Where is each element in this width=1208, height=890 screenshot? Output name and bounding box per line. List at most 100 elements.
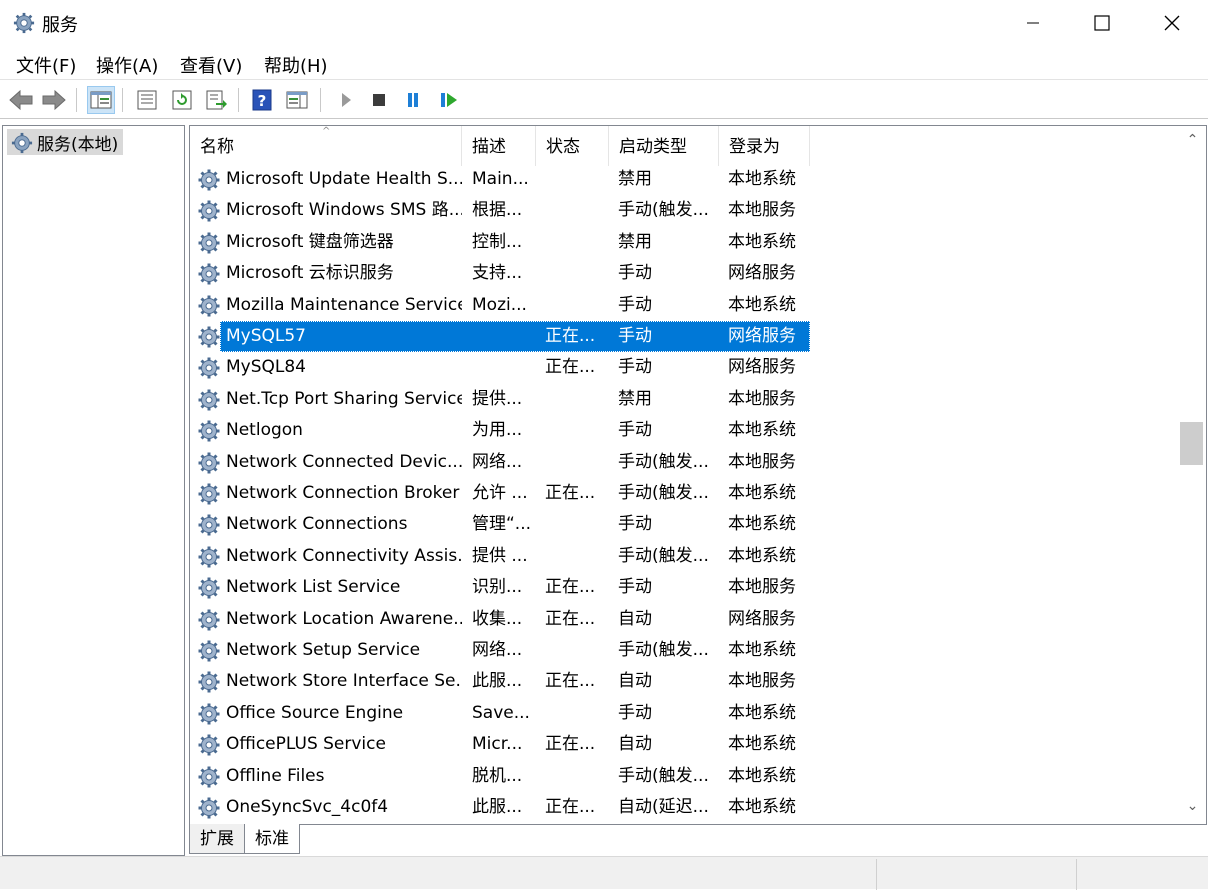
service-startup-type: 禁用 [618, 169, 652, 189]
table-row[interactable]: Network Connected Devic... 网络... 手动(触发... 本… [190, 447, 1190, 478]
scroll-up-icon[interactable]: ⌃ [1178, 132, 1206, 152]
menu-action[interactable]: 操作(A) [96, 52, 158, 78]
column-header-status[interactable]: 状态 [536, 126, 609, 166]
tab-standard[interactable]: 标准 [244, 824, 300, 854]
service-log-on-as: 本地系统 [728, 703, 796, 723]
help-button[interactable]: ? [248, 86, 276, 114]
table-row[interactable]: Microsoft 键盘筛选器 控制... 禁用 本地系统 [190, 227, 1190, 258]
service-log-on-as: 本地服务 [728, 389, 796, 409]
table-row[interactable]: Microsoft Windows SMS 路... 根据... 手动(触发... 本… [190, 195, 1190, 226]
service-gear-icon [198, 703, 220, 725]
forward-button[interactable] [40, 86, 68, 114]
table-row[interactable]: Network List Service 识别... 正在... 手动 本地服务 [190, 572, 1190, 603]
window-title: 服务 [42, 15, 78, 36]
stop-service-button[interactable] [365, 86, 393, 114]
close-button[interactable] [1137, 0, 1207, 46]
table-row[interactable]: Network Connections 管理“... 手动 本地系统 [190, 509, 1190, 540]
console-tree: 服务(本地) [2, 125, 185, 856]
table-row[interactable]: OneSyncSvc_4c0f4 此服... 正在... 自动(延迟... 本地系统 [190, 792, 1190, 823]
service-gear-icon [198, 452, 220, 474]
column-header-log-on-as[interactable]: 登录为 [719, 126, 810, 166]
table-row[interactable]: Microsoft Update Health S... Main... 禁用 本地系… [190, 164, 1190, 195]
service-startup-type: 手动 [618, 577, 652, 597]
service-name: Microsoft Windows SMS 路... [226, 200, 462, 220]
service-description: Mozi... [472, 295, 527, 315]
show-hide-console-tree-button[interactable] [87, 86, 115, 114]
service-status [545, 761, 609, 792]
table-row[interactable]: Microsoft 云标识服务 支持... 手动 网络服务 [190, 258, 1190, 289]
column-header-description[interactable]: 描述 [462, 126, 536, 166]
service-startup-type: 手动 [618, 703, 652, 723]
service-gear-icon [198, 640, 220, 662]
service-description: 识别... [472, 577, 523, 597]
scroll-down-icon[interactable]: ⌄ [1178, 798, 1206, 818]
menu-file[interactable]: 文件(F) [16, 52, 76, 78]
pause-service-button[interactable] [399, 86, 427, 114]
service-description: 为用... [472, 420, 523, 440]
export-list-button[interactable] [202, 86, 230, 114]
service-gear-icon [198, 169, 220, 191]
show-hide-console-tree-icon [90, 91, 112, 109]
service-status [545, 384, 609, 415]
table-row[interactable]: Network Location Awarene... 收集... 正在... 自动 网… [190, 604, 1190, 635]
service-log-on-as: 本地系统 [728, 295, 796, 315]
service-description: 控制... [472, 232, 523, 252]
services-list: ^ 名称 描述 状态 启动类型 登录为 Microsoft Update Hea… [189, 125, 1207, 825]
properties-icon [137, 90, 157, 110]
action-pane-button[interactable] [283, 86, 311, 114]
table-row[interactable]: Network Connectivity Assis... 提供 ... 手动(触发… [190, 541, 1190, 572]
table-row[interactable]: Netlogon 为用... 手动 本地系统 [190, 415, 1190, 446]
pause-service-icon [408, 93, 418, 107]
service-log-on-as: 本地系统 [728, 640, 796, 660]
column-header-startup-type[interactable]: 启动类型 [609, 126, 719, 166]
view-tabs: 扩展 标准 [189, 824, 1207, 856]
toolbar-separator [76, 88, 77, 112]
service-description: 脱机... [472, 766, 523, 786]
table-row[interactable]: Net.Tcp Port Sharing Service 提供... 禁用 本地服务 [190, 384, 1190, 415]
service-status [545, 227, 609, 258]
service-startup-type: 手动(触发... [618, 452, 709, 472]
back-button[interactable] [7, 86, 35, 114]
table-row[interactable]: Mozilla Maintenance Service Mozi... 手动 本地系统 [190, 290, 1190, 321]
maximize-button[interactable] [1067, 0, 1137, 46]
toolbar-separator [320, 88, 321, 112]
vertical-scrollbar[interactable]: ⌃ ⌄ [1178, 126, 1206, 824]
service-log-on-as: 网络服务 [728, 609, 796, 629]
properties-button[interactable] [133, 86, 161, 114]
minimize-button[interactable] [998, 0, 1068, 46]
resume-service-button[interactable] [435, 86, 463, 114]
service-log-on-as: 本地服务 [728, 671, 796, 691]
scrollbar-thumb[interactable] [1180, 422, 1203, 465]
service-description [472, 321, 536, 352]
tab-extended[interactable]: 扩展 [189, 824, 245, 854]
table-row[interactable]: Offline Files 脱机... 手动(触发... 本地系统 [190, 761, 1190, 792]
service-gear-icon [198, 200, 220, 222]
table-row[interactable]: Network Connection Broker 允许 ... 正在... 手动(触… [190, 478, 1190, 509]
stop-service-icon [373, 94, 385, 106]
tree-item-services-local[interactable]: 服务(本地) [7, 129, 124, 155]
service-status [545, 509, 609, 540]
service-status [545, 415, 609, 446]
service-startup-type: 手动 [618, 326, 652, 346]
resume-service-icon [441, 93, 457, 107]
service-name: Mozilla Maintenance Service [226, 295, 462, 315]
forward-icon [42, 89, 66, 111]
service-gear-icon [198, 326, 220, 348]
refresh-button[interactable] [168, 86, 196, 114]
table-row[interactable]: OfficePLUS Service Micr... 正在... 自动 本地系统 [190, 729, 1190, 760]
column-header-name[interactable]: 名称 [190, 126, 462, 166]
service-startup-type: 手动 [618, 263, 652, 283]
list-header: ^ 名称 描述 状态 启动类型 登录为 [190, 126, 1190, 166]
table-row[interactable]: Network Store Interface Se... 此服... 正在... 自… [190, 666, 1190, 697]
service-log-on-as: 本地服务 [728, 200, 796, 220]
menu-bar: 文件(F) 操作(A) 查看(V) 帮助(H) [0, 46, 1208, 80]
service-name: Network Connectivity Assis... [226, 546, 462, 566]
menu-view[interactable]: 查看(V) [180, 52, 242, 78]
menu-help[interactable]: 帮助(H) [264, 52, 328, 78]
service-status: 正在... [545, 357, 596, 377]
table-row[interactable]: Office Source Engine Save... 手动 本地系统 [190, 698, 1190, 729]
table-row[interactable]: MySQL84 正在... 手动 网络服务 [190, 352, 1190, 383]
start-service-button[interactable] [332, 86, 360, 114]
table-row[interactable]: MySQL57 正在... 手动 网络服务 [190, 321, 1190, 352]
table-row[interactable]: Network Setup Service 网络... 手动(触发... 本地系统 [190, 635, 1190, 666]
